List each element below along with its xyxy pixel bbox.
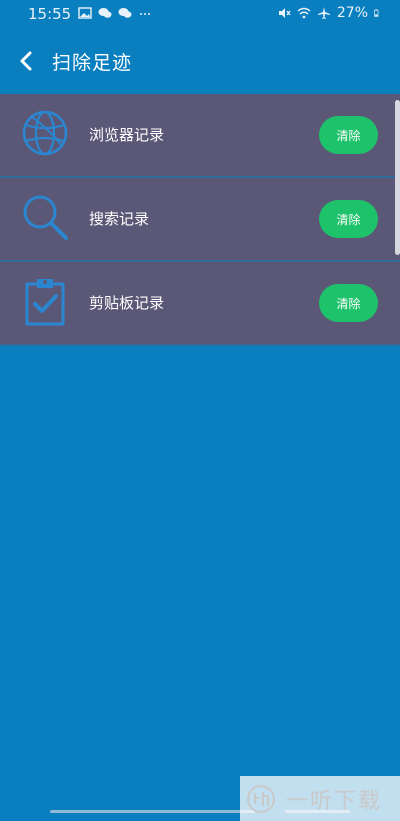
- scrollbar[interactable]: [395, 100, 400, 255]
- wechat-icon: [98, 8, 112, 18]
- mute-icon: [278, 8, 291, 18]
- nav-hint-left: [50, 810, 150, 813]
- list-item-clipboard-history: 剪贴板记录 清除: [0, 262, 400, 346]
- item-label-search-history: 搜索记录: [89, 210, 150, 228]
- watermark-logo-icon: [247, 784, 275, 813]
- status-left-icons: [78, 6, 152, 20]
- clear-clipboard-history-button[interactable]: 清除: [319, 284, 378, 322]
- cleanup-list: 浏览器记录 清除 搜索记录 清除 剪贴板记录 清除: [0, 94, 400, 346]
- back-chevron-icon[interactable]: [14, 48, 40, 74]
- image-icon: [78, 7, 92, 19]
- airplane-icon: [317, 7, 330, 19]
- page-title: 扫除足迹: [52, 52, 133, 74]
- more-dots-icon: [140, 13, 150, 15]
- item-label-browser-history: 浏览器记录: [89, 126, 165, 144]
- battery-percent: 27%: [336, 5, 368, 21]
- wifi-icon: [297, 7, 311, 19]
- globe-icon: [22, 110, 68, 156]
- status-right: 27%: [277, 5, 382, 21]
- app-bar: 扫除足迹: [0, 28, 400, 94]
- wechat-icon: [118, 8, 132, 18]
- status-time: 15:55: [28, 5, 72, 23]
- clear-browser-history-button[interactable]: 清除: [319, 116, 378, 154]
- watermark-text: 一听下载: [286, 788, 383, 814]
- clear-search-history-button[interactable]: 清除: [319, 200, 378, 238]
- list-item-browser-history: 浏览器记录 清除: [0, 94, 400, 178]
- list-item-search-history: 搜索记录 清除: [0, 178, 400, 262]
- status-bar: 15:55 27%: [0, 0, 400, 28]
- nav-hint-center: [145, 810, 255, 813]
- item-label-clipboard-history: 剪贴板记录: [89, 294, 165, 312]
- search-icon: [23, 195, 68, 240]
- watermark: 一听下载: [240, 776, 400, 821]
- battery-icon: [374, 9, 379, 17]
- clipboard-check-icon: [25, 279, 65, 326]
